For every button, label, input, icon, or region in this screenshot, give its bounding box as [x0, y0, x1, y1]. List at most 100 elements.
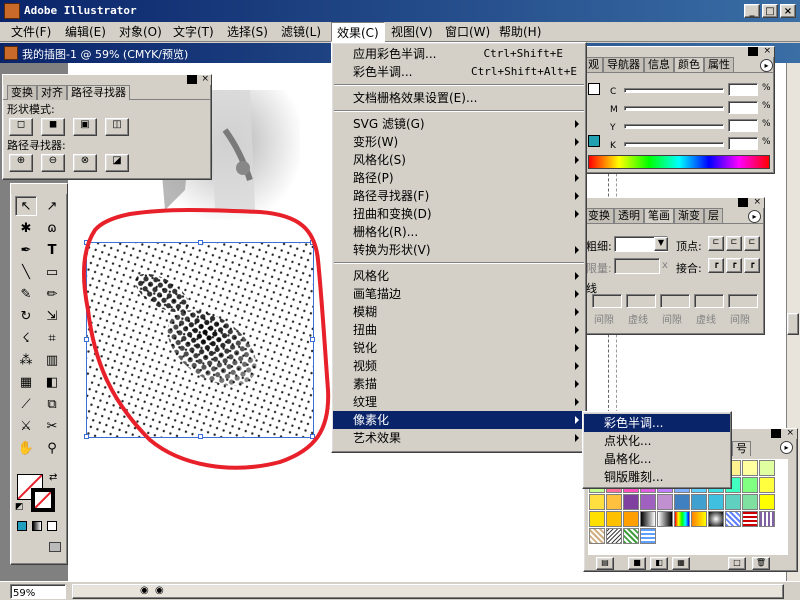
menu-view[interactable]: 视图(V) — [386, 22, 438, 42]
tab-gradient[interactable]: 渐变 — [674, 208, 704, 223]
tab-pathfinder[interactable]: 路径寻找器 — [67, 85, 130, 100]
menu-item-svg-filters[interactable]: SVG 滤镜(G) — [333, 115, 585, 133]
horizontal-scrollbar[interactable] — [72, 584, 784, 599]
tab-stroke[interactable]: 笔画 — [644, 208, 674, 223]
magic-wand-tool-icon[interactable]: ✱ — [15, 218, 37, 238]
menu-item-rasterize[interactable]: 栅格化(R)... — [333, 223, 585, 241]
scroll-right-icon[interactable]: ◉ — [155, 585, 164, 596]
menu-item-texture[interactable]: 纹理 — [333, 393, 585, 411]
warp-tool-icon[interactable]: ☇ — [15, 328, 37, 348]
menu-item-document-raster-settings[interactable]: 文档栅格效果设置(E)... — [333, 89, 585, 107]
zoom-field[interactable]: 59% — [10, 584, 66, 599]
fill-stroke-mini[interactable] — [588, 83, 600, 95]
menu-help[interactable]: 帮助(H) — [494, 22, 546, 42]
menu-object[interactable]: 对象(O) — [114, 22, 167, 42]
eyedropper-tool-icon[interactable]: ⟋ — [15, 394, 37, 414]
swatch[interactable] — [742, 494, 758, 510]
merge-icon[interactable]: ⊗ — [73, 154, 97, 172]
screen-mode-icon[interactable] — [49, 542, 61, 552]
divide-icon[interactable]: ⊕ — [9, 154, 33, 172]
swatch[interactable] — [691, 494, 707, 510]
butt-cap-icon[interactable]: ⊏ — [708, 236, 724, 251]
panel-close-icon[interactable]: × — [753, 198, 761, 207]
tab-color[interactable]: 颜色 — [674, 57, 704, 72]
minimize-button[interactable]: _ — [744, 4, 760, 18]
tab-layers[interactable]: 层 — [704, 208, 723, 223]
menu-item-stylize-2[interactable]: 风格化 — [333, 267, 585, 285]
menu-item-video[interactable]: 视频 — [333, 357, 585, 375]
direct-selection-tool-icon[interactable]: ↗ — [41, 196, 63, 216]
menu-item-stylize[interactable]: 风格化(S) — [333, 151, 585, 169]
submenu-item-mezzotint[interactable]: 铜版雕刻... — [584, 468, 730, 486]
panel-minimize-icon[interactable] — [771, 429, 781, 438]
channel-value-input[interactable] — [728, 101, 758, 114]
swatch[interactable] — [691, 511, 707, 527]
submenu-item-pointillize[interactable]: 点状化... — [584, 432, 730, 450]
show-color-swatches-icon[interactable]: ■ — [628, 557, 646, 570]
gradient-tool-icon[interactable]: ◧ — [41, 372, 63, 392]
swatch[interactable] — [606, 494, 622, 510]
zoom-tool-icon[interactable]: ⚲ — [41, 438, 63, 458]
menu-item-sharpen[interactable]: 锐化 — [333, 339, 585, 357]
menu-filter[interactable]: 滤镜(L) — [276, 22, 326, 42]
menu-item-pathfinder[interactable]: 路径寻找器(F) — [333, 187, 585, 205]
menu-edit[interactable]: 编辑(E) — [60, 22, 111, 42]
pen-tool-icon[interactable]: ✒ — [15, 240, 37, 260]
toolbox-titlebar[interactable] — [11, 184, 67, 194]
swatch[interactable] — [606, 511, 622, 527]
default-colors-icon[interactable]: ◩ — [15, 502, 24, 512]
menu-item-sketch[interactable]: 素描 — [333, 375, 585, 393]
scale-tool-icon[interactable]: ⇲ — [41, 306, 63, 326]
menu-item-artistic[interactable]: 艺术效果 — [333, 429, 585, 447]
scroll-thumb[interactable] — [787, 313, 799, 335]
miter-join-icon[interactable]: ┏ — [708, 258, 724, 273]
menu-item-pixelate[interactable]: 像素化 — [333, 411, 585, 429]
dash-input[interactable] — [592, 294, 622, 308]
channel-value-input[interactable] — [728, 119, 758, 132]
show-all-swatches-icon[interactable]: ▤ — [596, 557, 614, 570]
menu-file[interactable]: 文件(F) — [6, 22, 56, 42]
tab-attributes[interactable]: 属性 — [704, 57, 734, 72]
lasso-tool-icon[interactable]: ɷ — [41, 218, 63, 238]
pencil-tool-icon[interactable]: ✏ — [41, 284, 63, 304]
illustrator-app-icon[interactable] — [4, 3, 20, 19]
swatch[interactable] — [674, 494, 690, 510]
type-tool-icon[interactable]: T — [41, 240, 63, 260]
tab-transparency[interactable]: 透明 — [614, 208, 644, 223]
gradient-mode-icon[interactable] — [32, 521, 42, 531]
menu-item-color-halftone[interactable]: 彩色半调... Ctrl+Shift+Alt+E — [333, 63, 585, 81]
square-cap-icon[interactable]: ⊏ — [744, 236, 760, 251]
menu-item-brush-strokes[interactable]: 画笔描边 — [333, 285, 585, 303]
swatch[interactable] — [725, 494, 741, 510]
swatch[interactable] — [589, 528, 605, 544]
exclude-shape-icon[interactable]: ◫ — [105, 118, 129, 136]
weight-dropdown[interactable]: ▼ — [654, 237, 668, 251]
show-pattern-swatches-icon[interactable]: ▦ — [672, 557, 690, 570]
swatch[interactable] — [759, 511, 775, 527]
tab-transform[interactable]: 变换 — [584, 208, 614, 223]
channel-value-input[interactable] — [728, 137, 758, 150]
add-shape-icon[interactable]: ◻ — [9, 118, 33, 136]
tab-navigator[interactable]: 导航器 — [603, 57, 644, 72]
swatch[interactable] — [640, 494, 656, 510]
panel-close-icon[interactable]: × — [786, 429, 794, 438]
menu-item-apply-color-halftone[interactable]: 应用彩色半调... Ctrl+Shift+E — [333, 45, 585, 63]
swatch[interactable] — [623, 511, 639, 527]
swatch[interactable] — [623, 494, 639, 510]
paintbrush-tool-icon[interactable]: ✎ — [15, 284, 37, 304]
submenu-item-crystallize[interactable]: 晶格化... — [584, 450, 730, 468]
swatch[interactable] — [606, 528, 622, 544]
menu-item-blur[interactable]: 模糊 — [333, 303, 585, 321]
pathfinder-panel-titlebar[interactable]: × — [3, 75, 211, 85]
swatch[interactable] — [759, 477, 775, 493]
miter-input[interactable] — [614, 258, 660, 274]
stroke-panel-titlebar[interactable]: × — [584, 198, 764, 208]
panel-close-icon[interactable]: × — [201, 75, 209, 84]
delete-swatch-icon[interactable]: 🗑 — [752, 557, 770, 570]
panel-close-icon[interactable]: × — [763, 47, 771, 56]
menu-select[interactable]: 选择(S) — [222, 22, 273, 42]
stroke-swatch[interactable] — [31, 488, 55, 512]
tab-align[interactable]: 对齐 — [37, 85, 67, 100]
menu-item-distort[interactable]: 扭曲 — [333, 321, 585, 339]
swatch[interactable] — [742, 511, 758, 527]
